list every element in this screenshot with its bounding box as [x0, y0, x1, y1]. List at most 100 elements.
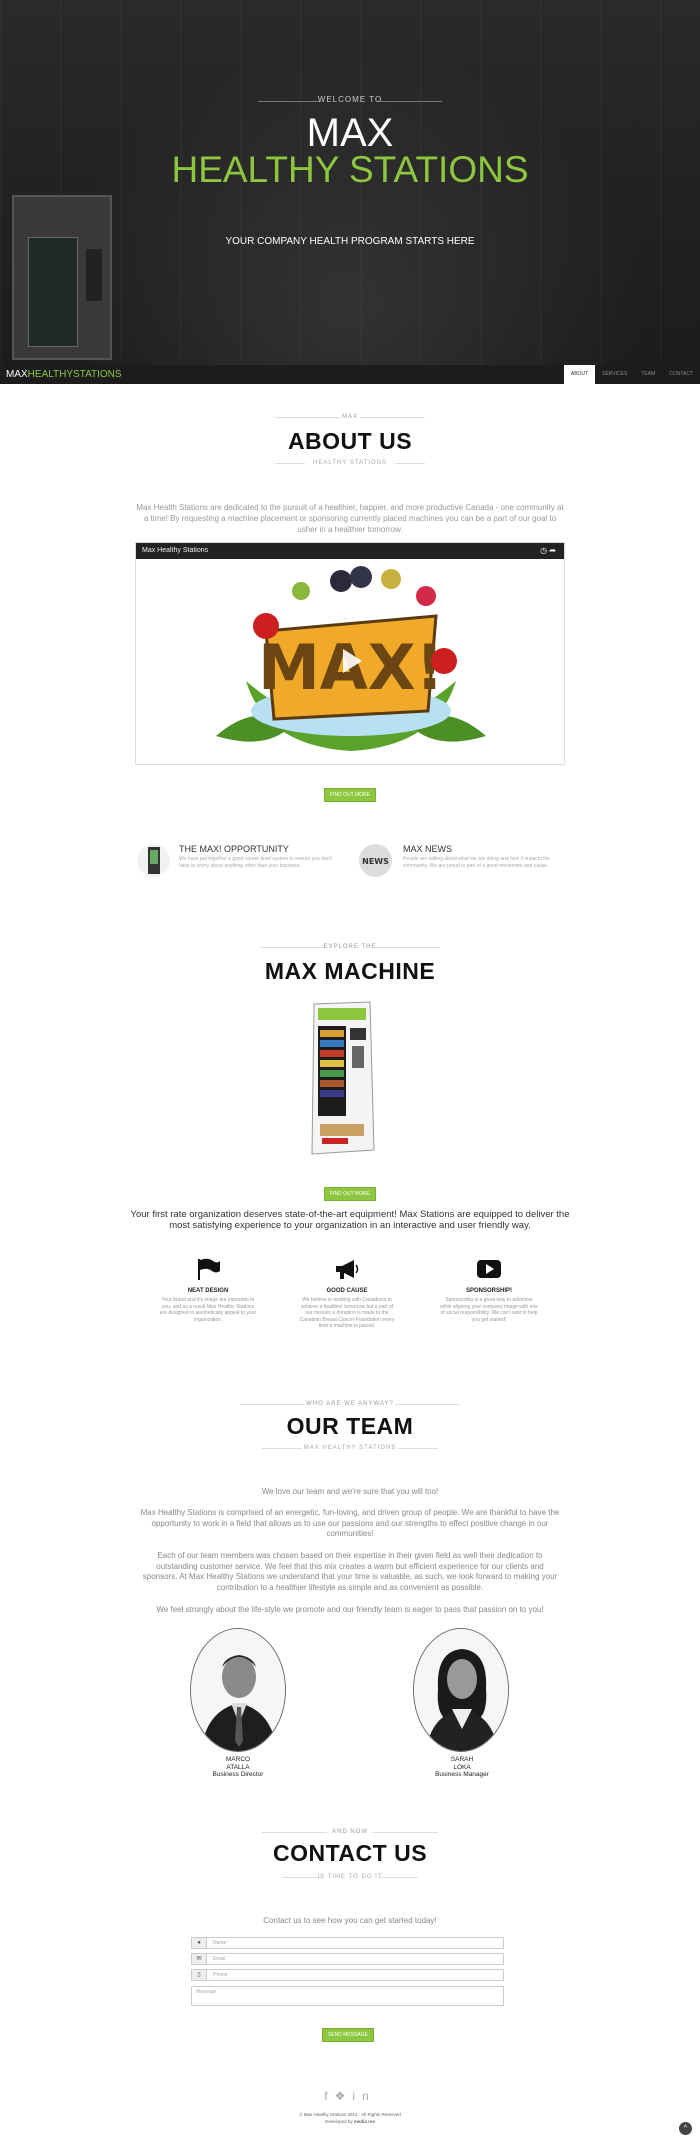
phone-icon: ▯ — [192, 1970, 207, 1980]
brand-healthystations: HEALTHYSTATIONS — [27, 369, 122, 380]
avatar-marco — [190, 1628, 286, 1752]
share-icon[interactable]: ➦ — [549, 546, 556, 555]
member-last-name: ATALLA — [226, 1763, 250, 1771]
member-role: Business Director — [212, 1771, 264, 1778]
feature-neat-design: NEAT DESIGN Your brand and it's image ar… — [158, 1258, 258, 1323]
opportunity-title: THE MAX! OPPORTUNITY — [179, 844, 289, 854]
about-subtitle: HEALTHY STATIONS — [313, 460, 387, 466]
send-message-button[interactable]: SEND MESSAGE — [322, 2028, 374, 2042]
name-placeholder: Name — [213, 1940, 227, 1946]
email-placeholder: Email — [213, 1956, 226, 1962]
developer-name[interactable]: media rex — [354, 2119, 375, 2124]
team-paragraph: Max Healthy Stations is comprised of an … — [140, 1508, 560, 1538]
hero-welcome: WELCOME TO — [317, 95, 383, 104]
nav-item-services[interactable]: SERVICES — [595, 365, 634, 384]
subtitle-line — [398, 1448, 438, 1449]
machine-text: Your first rate organization deserves st… — [130, 1209, 570, 1231]
news-icon: NEWS — [359, 844, 392, 877]
facebook-icon[interactable]: f — [324, 2089, 334, 2103]
member-first-name: MARCO — [225, 1756, 251, 1763]
kicker-line — [395, 1404, 460, 1405]
kicker-line — [375, 947, 440, 948]
team-paragraph: We feel strongly about the life-style we… — [156, 1605, 544, 1614]
news-icon-text: NEWS — [362, 857, 389, 866]
navbar-brand[interactable]: MAXHEALTHYSTATIONS — [6, 369, 122, 380]
welcome-line-right — [380, 101, 442, 102]
navbar: MAXHEALTHYSTATIONS ABOUT SERVICES TEAM C… — [0, 365, 700, 384]
message-placeholder: Message — [196, 1989, 217, 1995]
chevron-up-icon: ^ — [683, 2125, 688, 2132]
video-title-bar: Max Healthy Stations — [136, 543, 564, 559]
news-title: MAX NEWS — [403, 844, 453, 854]
contact-kicker: AND NOW — [332, 1829, 368, 1835]
hero-title-max: MAX — [306, 111, 394, 155]
megaphone-icon — [297, 1258, 397, 1285]
brand-max: MAX — [6, 369, 28, 380]
team-paragraph: We love our team and we're sure that you… — [261, 1487, 439, 1496]
subtitle-line — [395, 463, 425, 464]
vending-machine-silhouette — [12, 195, 112, 360]
message-field[interactable]: Message — [191, 1986, 504, 2006]
contact-text: Contact us to see how you can get starte… — [263, 1916, 437, 1925]
play-icon — [439, 1258, 539, 1285]
news-text: People are talking about what we are doi… — [403, 856, 551, 869]
feature-title: GOOD CAUSE — [326, 1288, 368, 1294]
flag-icon — [158, 1258, 258, 1285]
kicker-line — [373, 1832, 438, 1833]
contact-subtitle: IS TIME TO DO IT — [317, 1874, 383, 1880]
feature-title: NEAT DESIGN — [187, 1288, 229, 1294]
social-links: f❖in — [0, 2089, 700, 2103]
contact-title: CONTACT US — [272, 1840, 428, 1866]
hero-section: WELCOME TO MAX HEALTHY STATIONS YOUR COM… — [0, 0, 700, 365]
hero-tagline: YOUR COMPANY HEALTH PROGRAM STARTS HERE — [225, 236, 475, 247]
phone-field[interactable]: ▯ Phone — [191, 1969, 504, 1981]
twitter-icon[interactable]: ❖ — [335, 2089, 353, 2103]
back-to-top-button[interactable]: ^ — [679, 2122, 692, 2135]
about-kicker: MAX — [341, 414, 358, 420]
developed-by-label: Developed by — [325, 2119, 353, 2124]
machine-find-out-more-button[interactable]: FIND OUT MORE — [324, 1187, 376, 1201]
team-subtitle: MAX HEALTHY STATIONS — [303, 1445, 397, 1451]
copyright: © Max Healthy Stations 2013 - All Rights… — [299, 2112, 401, 2117]
name-field[interactable]: ● Name — [191, 1937, 504, 1949]
linkedin-icon[interactable]: in — [352, 2089, 375, 2103]
member-role: Business Manager — [435, 1771, 489, 1778]
video-player[interactable]: Max Healthy Stations ◷ ➦ MAX! — [135, 542, 565, 765]
kicker-line — [360, 417, 425, 418]
avatar-sarah — [413, 1628, 509, 1752]
machine-kicker: EXPLORE THE — [323, 944, 377, 950]
nav-item-team[interactable]: TEAM — [634, 365, 662, 384]
team-kicker: WHO ARE WE ANYWAY? — [306, 1401, 394, 1407]
subtitle-line — [378, 1877, 418, 1878]
opportunity-text: We have put together a good career-level… — [179, 856, 332, 869]
about-text: Max Health Stations are dedicated to the… — [136, 503, 564, 534]
video-title: Max Healthy Stations — [142, 547, 209, 554]
about-title: ABOUT US — [287, 428, 413, 454]
phone-placeholder: Phone — [213, 1972, 228, 1978]
envelope-icon: ✉ — [192, 1954, 207, 1964]
feature-title: SPONSORSHIP! — [465, 1288, 512, 1294]
clock-icon[interactable]: ◷ — [540, 546, 547, 555]
machine-title: MAX MACHINE — [264, 958, 436, 984]
developer-credit: Developed by media rex — [0, 2119, 700, 2124]
feature-text: We believe in working with Canadians to … — [299, 1297, 395, 1329]
feature-good-cause: GOOD CAUSE We believe in working with Ca… — [297, 1258, 397, 1330]
video-controls[interactable]: ◷ ➦ — [540, 546, 556, 555]
nav-item-contact[interactable]: CONTACT — [662, 365, 700, 384]
nav-menu: ABOUT SERVICES TEAM CONTACT — [563, 365, 700, 384]
vending-machine-image — [300, 1000, 382, 1158]
about-find-out-more-button[interactable]: FIND OUT MORE — [324, 788, 376, 802]
email-field[interactable]: ✉ Email — [191, 1953, 504, 1965]
max-logo: MAX! — [196, 561, 506, 761]
member-first-name: SARAH — [450, 1756, 474, 1763]
nav-item-about[interactable]: ABOUT — [563, 365, 596, 384]
member-marco: MARCO ATALLA Business Director — [168, 1756, 308, 1779]
feature-sponsorship: SPONSORSHIP! Sponsorship is a great way … — [439, 1258, 539, 1323]
member-last-name: LOKA — [453, 1763, 471, 1771]
feature-text: Sponsorship is a great way to advertise … — [440, 1297, 538, 1323]
member-sarah: SARAH LOKA Business Manager — [392, 1756, 532, 1779]
hero-title-healthy-stations: HEALTHY STATIONS — [171, 149, 529, 190]
team-paragraph: Each of our team members was chosen base… — [142, 1551, 558, 1592]
feature-text: Your brand and it's image are important … — [159, 1297, 257, 1323]
opportunity-icon — [137, 844, 170, 877]
